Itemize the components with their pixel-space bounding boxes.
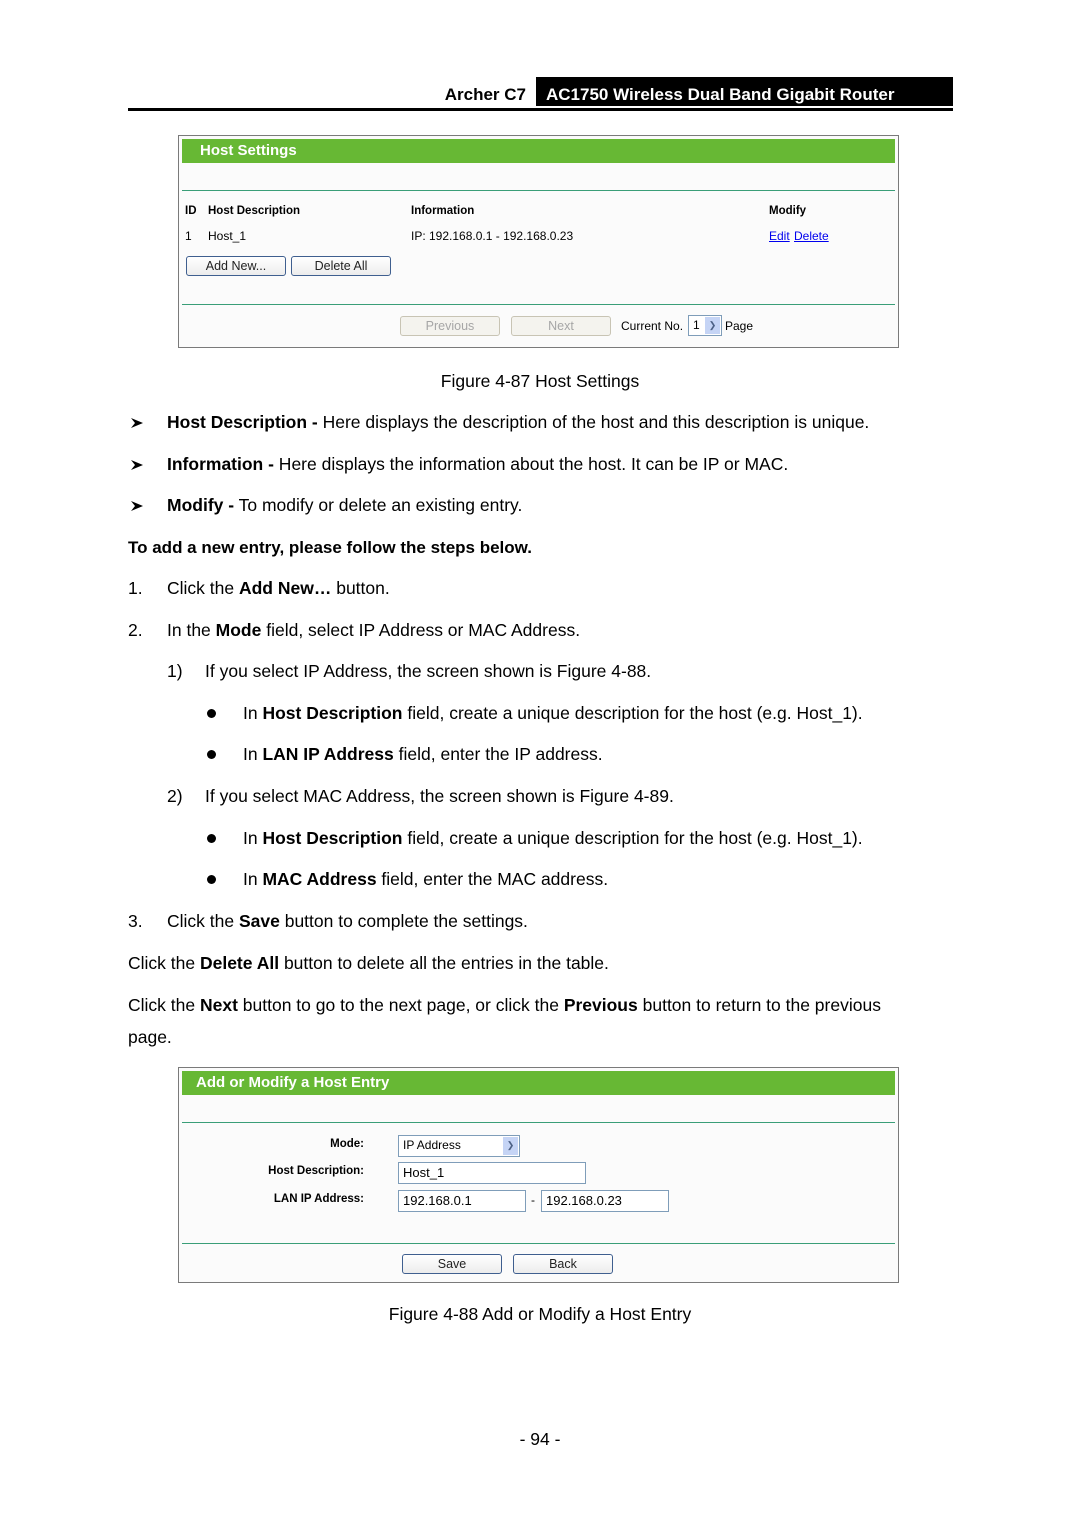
definition: Here displays the description of the hos…: [317, 412, 870, 432]
page-select[interactable]: 1 ❯: [688, 315, 722, 336]
divider: [182, 1243, 895, 1244]
figure-caption: Figure 4-88 Add or Modify a Host Entry: [388, 1304, 692, 1324]
range-separator: -: [531, 1193, 535, 1207]
lan-ip-label: LAN IP Address:: [273, 1193, 364, 1205]
bullet-icon: [207, 875, 216, 884]
page-number: - 94 -: [519, 1429, 561, 1449]
col-header-information: Information: [411, 205, 475, 217]
panel-title: Add or Modify a Host Entry: [182, 1071, 895, 1095]
host-description-input[interactable]: Host_1: [398, 1162, 586, 1184]
mode-select[interactable]: IP Address ❯: [398, 1135, 520, 1157]
substep-mac-host-desc: In Host Description field, create a uniq…: [243, 828, 863, 848]
delete-link[interactable]: Delete: [794, 229, 829, 243]
term: Modify -: [167, 495, 235, 515]
page-label: Page: [725, 319, 754, 333]
next-button[interactable]: Next: [511, 316, 611, 336]
chevron-down-icon: ❯: [705, 317, 720, 334]
step-3: Click the Save button to complete the se…: [167, 911, 528, 931]
divider: [182, 190, 895, 191]
edit-link[interactable]: Edit: [769, 229, 790, 243]
arrow-bullet-icon: [131, 501, 143, 511]
chevron-down-icon: ❯: [503, 1137, 518, 1155]
paragraph-next-previous-cont: page.: [128, 1027, 172, 1047]
add-new-button[interactable]: Add New...: [186, 256, 286, 276]
delete-all-button[interactable]: Delete All: [291, 256, 391, 276]
bullet-icon: [207, 834, 216, 843]
substep-ip-lan-ip: In LAN IP Address field, enter the IP ad…: [243, 744, 603, 764]
steps-heading: To add a new entry, please follow the st…: [128, 538, 532, 557]
figure-caption: Figure 4-87 Host Settings: [440, 371, 640, 391]
bullet-icon: [207, 750, 216, 759]
previous-button[interactable]: Previous: [400, 316, 500, 336]
add-modify-host-panel: Add or Modify a Host Entry Mode: IP Addr…: [178, 1067, 899, 1283]
divider: [182, 304, 895, 305]
bullet-icon: [207, 709, 216, 718]
lan-ip-start-input[interactable]: 192.168.0.1: [398, 1190, 526, 1212]
definition: To modify or delete an existing entry.: [234, 495, 523, 515]
back-button[interactable]: Back: [513, 1254, 613, 1274]
page-select-value: 1: [693, 318, 700, 332]
panel-title: Host Settings: [182, 139, 895, 163]
mode-select-value: IP Address: [403, 1138, 461, 1152]
paragraph-next-previous: Click the Next button to go to the next …: [128, 995, 881, 1015]
row-description: Host_1: [208, 229, 247, 243]
row-information: IP: 192.168.0.1 - 192.168.0.23: [411, 229, 574, 243]
definition: Here displays the information about the …: [273, 454, 789, 474]
save-button[interactable]: Save: [402, 1254, 502, 1274]
arrow-bullet-icon: [131, 418, 143, 428]
document-header: Archer C7 AC1750 Wireless Dual Band Giga…: [128, 77, 953, 111]
mode-label: Mode:: [330, 1138, 364, 1150]
step-1: Click the Add New… button.: [167, 578, 390, 598]
term: Host Description -: [167, 412, 318, 432]
host-settings-panel: Host Settings ID Host Description Inform…: [178, 135, 899, 348]
col-header-host-description: Host Description: [208, 205, 301, 217]
arrow-bullet-icon: [131, 460, 143, 470]
divider: [182, 1122, 895, 1123]
substep-number: 2): [167, 786, 183, 806]
substep-mac: If you select MAC Address, the screen sh…: [205, 786, 674, 806]
model-name: Archer C7: [444, 85, 526, 104]
term: Information -: [167, 454, 274, 474]
step-number: 2.: [128, 620, 143, 640]
substep-number: 1): [167, 661, 183, 681]
substep-ip-host-desc: In Host Description field, create a uniq…: [243, 703, 863, 723]
paragraph-delete-all: Click the Delete All button to delete al…: [128, 953, 609, 973]
substep-mac-address: In MAC Address field, enter the MAC addr…: [243, 869, 609, 889]
step-number: 1.: [128, 578, 143, 598]
row-id: 1: [185, 229, 192, 243]
step-2: In the Mode field, select IP Address or …: [167, 620, 581, 640]
col-header-id: ID: [185, 205, 197, 217]
step-number: 3.: [128, 911, 143, 931]
product-name: AC1750 Wireless Dual Band Gigabit Router: [536, 77, 953, 106]
current-no-label: Current No.: [621, 319, 684, 333]
substep-ip: If you select IP Address, the screen sho…: [205, 661, 652, 681]
col-header-modify: Modify: [769, 205, 807, 217]
lan-ip-end-input[interactable]: 192.168.0.23: [541, 1190, 669, 1212]
host-description-label: Host Description:: [268, 1165, 364, 1177]
